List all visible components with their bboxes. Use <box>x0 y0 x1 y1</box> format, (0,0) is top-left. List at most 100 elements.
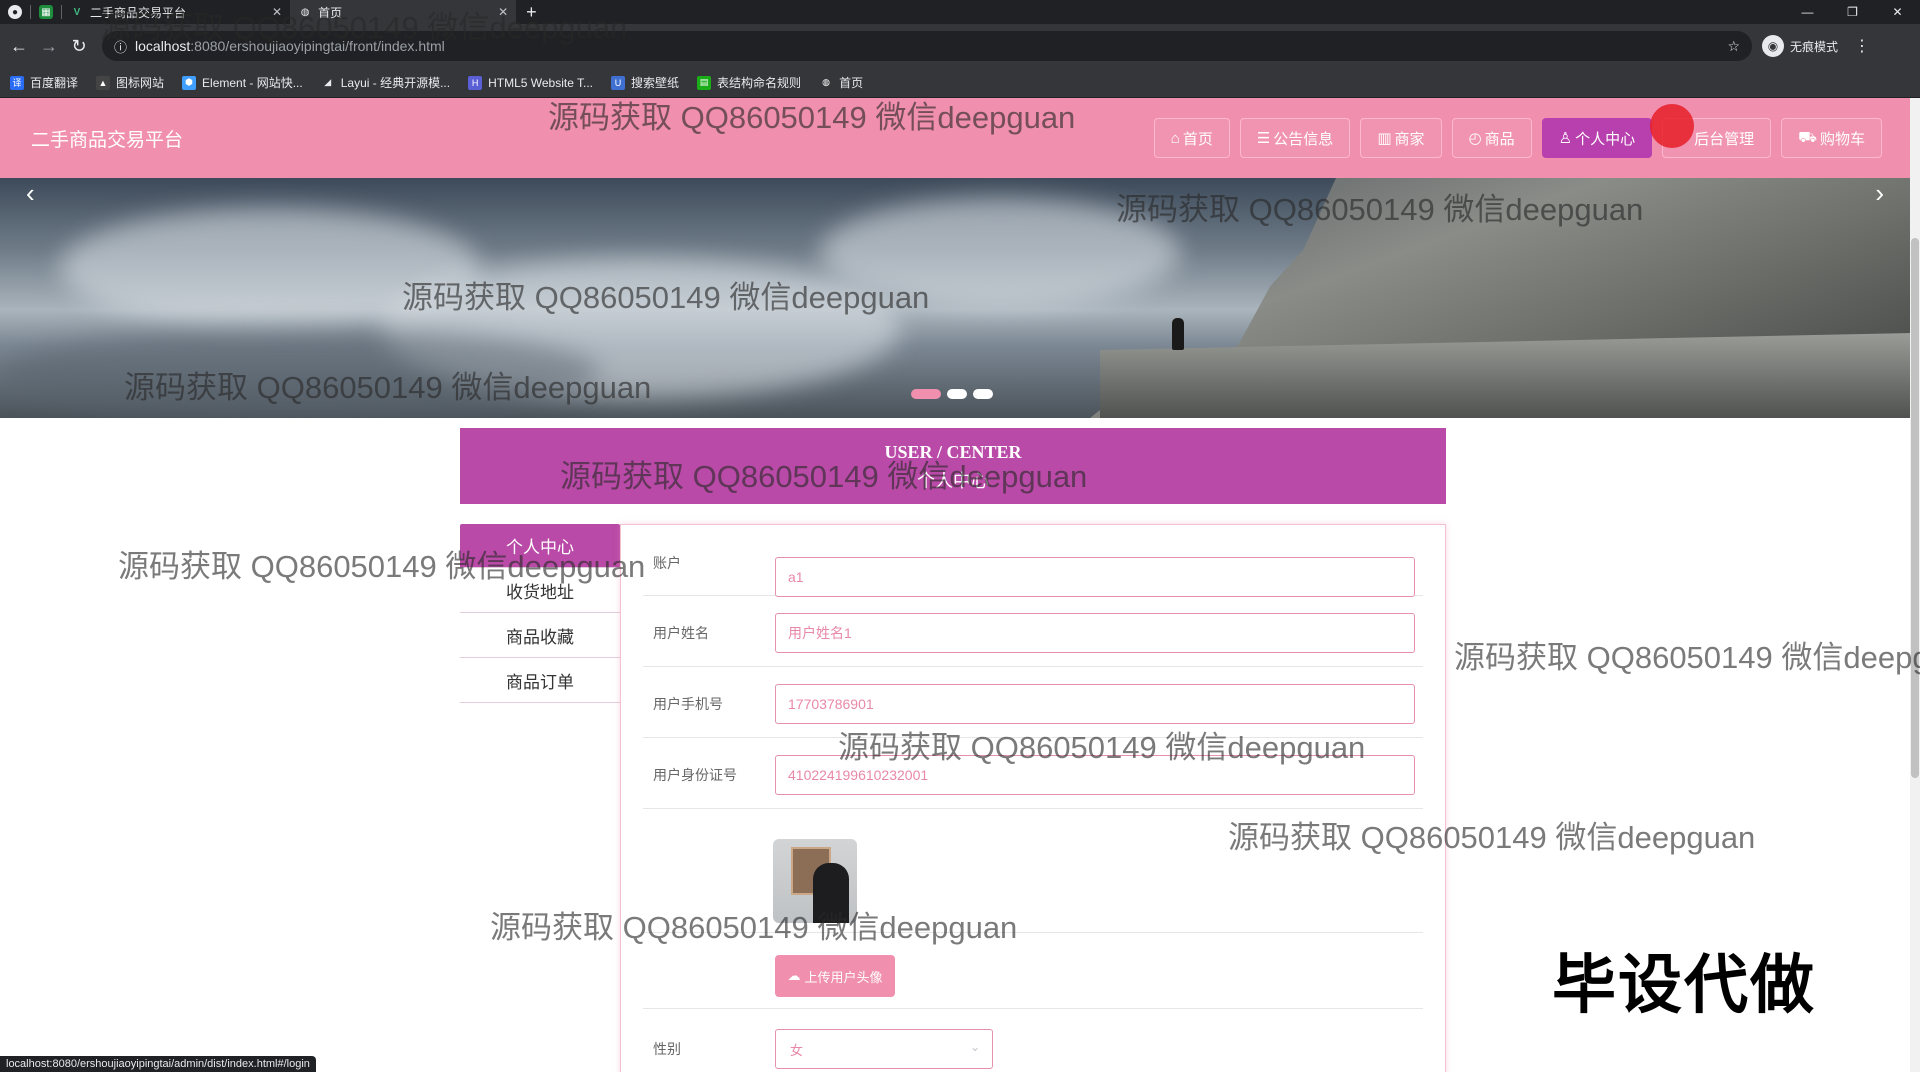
tab-home[interactable]: ◍ 首页 ✕ <box>290 0 517 24</box>
minimize-icon[interactable]: — <box>1785 0 1830 24</box>
home-icon: ⌂ <box>1170 129 1180 147</box>
forward-icon[interactable]: → <box>34 36 64 57</box>
carousel-prev-icon[interactable]: ‹ <box>26 178 35 209</box>
page-scrollbar[interactable] <box>1910 98 1920 1072</box>
tab-chrome[interactable]: ● <box>0 0 30 24</box>
close-tab-icon[interactable]: ✕ <box>498 5 508 19</box>
idcard-field[interactable]: 410224199610232001 <box>775 755 1415 795</box>
reload-icon[interactable]: ↻ <box>64 36 94 57</box>
address-bar: ← → ↻ ⓘ localhost:8080/ershoujiaoyipingt… <box>0 24 1920 68</box>
nav-home[interactable]: ⌂ 首页 <box>1153 118 1230 158</box>
chevron-down-icon: ⌄ <box>969 1040 980 1054</box>
incognito-profile[interactable]: ◉ 无痕模式 <box>1762 35 1838 57</box>
carousel-next-icon[interactable]: › <box>1875 178 1884 209</box>
user-side-menu: 个人中心 收货地址 商品收藏 商品订单 <box>460 524 620 703</box>
form-row-avatar <box>643 809 1423 933</box>
bookmark-item[interactable]: ◢ Layui - 经典开源模... <box>320 74 450 91</box>
heading-cn: 个人中心 <box>917 471 989 491</box>
bookmark-star-icon[interactable]: ☆ <box>1727 38 1740 55</box>
side-item-user-center[interactable]: 个人中心 <box>460 524 620 568</box>
side-item-address[interactable]: 收货地址 <box>460 568 620 613</box>
browser-menu-icon[interactable]: ⋮ <box>1854 36 1870 56</box>
promo-stamp: 毕设代做 <box>1552 949 1816 1021</box>
chrome-icon: ● <box>8 5 22 19</box>
bookmark-icon: H <box>468 75 483 90</box>
form-row-account: 账户 a1 <box>643 525 1423 597</box>
bookmark-item[interactable]: ▤ 表结构命名规则 <box>697 74 801 91</box>
form-row-phone: 用户手机号 17703786901 <box>643 667 1423 738</box>
nav-notices[interactable]: ☰ 公告信息 <box>1239 118 1351 158</box>
bookmark-item[interactable]: ⬢ Element - 网站快... <box>182 74 303 91</box>
close-tab-icon[interactable]: ✕ <box>272 5 282 19</box>
carousel-dot[interactable] <box>973 389 993 399</box>
nav-user-center[interactable]: ♙ 个人中心 <box>1541 118 1653 158</box>
tab-label: 二手商品交易平台 <box>90 5 187 20</box>
nav-cart[interactable]: ⛟ 购物车 <box>1781 118 1882 158</box>
info-icon[interactable]: ⓘ <box>114 37 127 56</box>
url-path: :8080/ershoujiaoyipingtai/front/index.ht… <box>190 38 445 54</box>
shop-icon: ▥ <box>1377 130 1392 147</box>
bookmark-icon: ⬢ <box>182 75 197 90</box>
gender-select[interactable]: 女 ⌄ <box>775 1029 993 1069</box>
profile-form: 账户 a1 用户姓名 用户姓名1 用户手机号 17703786901 用户身份证… <box>620 524 1446 1072</box>
bookmarks-bar: 译百度翻译 ▲ 图标网站 ⬢ Element - 网站快... ◢ Layui - 经… <box>0 68 1920 98</box>
carousel-dot[interactable] <box>911 389 941 399</box>
close-window-icon[interactable]: ✕ <box>1875 0 1920 24</box>
goods-icon: ◴ <box>1468 130 1482 147</box>
browser-tab-bar: ● ▦ V 二手商品交易平台 ✕ ◍ 首页 ✕ + — ❐ ✕ <box>0 0 1920 24</box>
form-row-name: 用户姓名 用户姓名1 <box>643 596 1423 667</box>
ledge-image <box>1100 333 1910 418</box>
phone-label: 用户手机号 <box>653 696 723 712</box>
cloud-upload-icon: ☁ <box>787 968 801 983</box>
site-header: 二手商品交易平台 ⌂ 首页 ☰ 公告信息 ▥ 商家 ◴ 商品 ♙ 个人中心 后台管理 ⛟ 购… <box>0 98 1910 178</box>
news-icon: ☰ <box>1256 130 1271 147</box>
nav-merchants[interactable]: ▥ 商家 <box>1360 118 1442 158</box>
vue-icon: V <box>73 6 81 18</box>
restore-icon[interactable]: ❐ <box>1830 0 1875 24</box>
tab-sheet[interactable]: ▦ <box>31 0 61 24</box>
bookmark-icon: 译 <box>10 75 24 90</box>
avatar <box>773 839 857 923</box>
bookmark-icon: ▲ <box>96 75 111 90</box>
idcard-label: 用户身份证号 <box>653 767 737 783</box>
watermark: 源码获取 QQ86050149 微信deepguan <box>1454 640 1920 675</box>
tab-platform[interactable]: V 二手商品交易平台 ✕ <box>62 0 290 24</box>
upload-avatar-button[interactable]: ☁ 上传用户头像 <box>775 955 895 997</box>
account-field[interactable]: a1 <box>775 557 1415 597</box>
bookmark-item[interactable]: H HTML5 Website T... <box>468 75 593 90</box>
person-silhouette <box>1172 318 1184 350</box>
scrollbar-thumb[interactable] <box>1911 238 1919 778</box>
profile-label: 无痕模式 <box>1790 39 1839 54</box>
user-icon: ♙ <box>1558 130 1573 147</box>
side-item-favorites[interactable]: 商品收藏 <box>460 613 620 658</box>
bookmark-icon: U <box>611 75 626 90</box>
sheet-icon: ▦ <box>39 5 53 19</box>
bookmark-item[interactable]: ◍ 首页 <box>819 74 863 91</box>
new-tab-icon[interactable]: + <box>516 2 547 23</box>
status-url: localhost:8080/ershoujiaoyipingtai/admin… <box>0 1056 316 1072</box>
banner-carousel: ‹ › <box>0 178 1910 418</box>
url-field[interactable]: ⓘ localhost:8080/ershoujiaoyipingtai/fro… <box>102 31 1752 61</box>
url-host: localhost <box>135 38 191 54</box>
window-controls: — ❐ ✕ <box>1785 0 1920 24</box>
main-nav: ⌂ 首页 ☰ 公告信息 ▥ 商家 ◴ 商品 ♙ 个人中心 后台管理 ⛟ 购物车 <box>1153 118 1882 158</box>
side-item-orders[interactable]: 商品订单 <box>460 658 620 703</box>
bookmark-icon: ▤ <box>697 75 712 90</box>
bookmark-icon: ◢ <box>320 75 335 90</box>
site-title: 二手商品交易平台 <box>31 129 184 151</box>
bookmark-icon: ◍ <box>819 75 834 90</box>
bookmark-item[interactable]: 译百度翻译 <box>10 74 78 91</box>
name-label: 用户姓名 <box>653 625 709 641</box>
carousel-dot[interactable] <box>947 389 967 399</box>
phone-field[interactable]: 17703786901 <box>775 684 1415 724</box>
form-row-upload <box>643 933 1423 1009</box>
back-icon[interactable]: ← <box>4 36 34 57</box>
tab-label: 首页 <box>318 5 343 20</box>
incognito-icon: ◉ <box>1762 35 1784 57</box>
nav-goods[interactable]: ◴ 商品 <box>1451 118 1532 158</box>
name-field[interactable]: 用户姓名1 <box>775 613 1415 653</box>
cursor-highlight <box>1650 104 1694 148</box>
bookmark-item[interactable]: ▲ 图标网站 <box>96 74 164 91</box>
bookmark-item[interactable]: U 搜索壁纸 <box>611 74 679 91</box>
gender-label: 性别 <box>653 1041 681 1057</box>
